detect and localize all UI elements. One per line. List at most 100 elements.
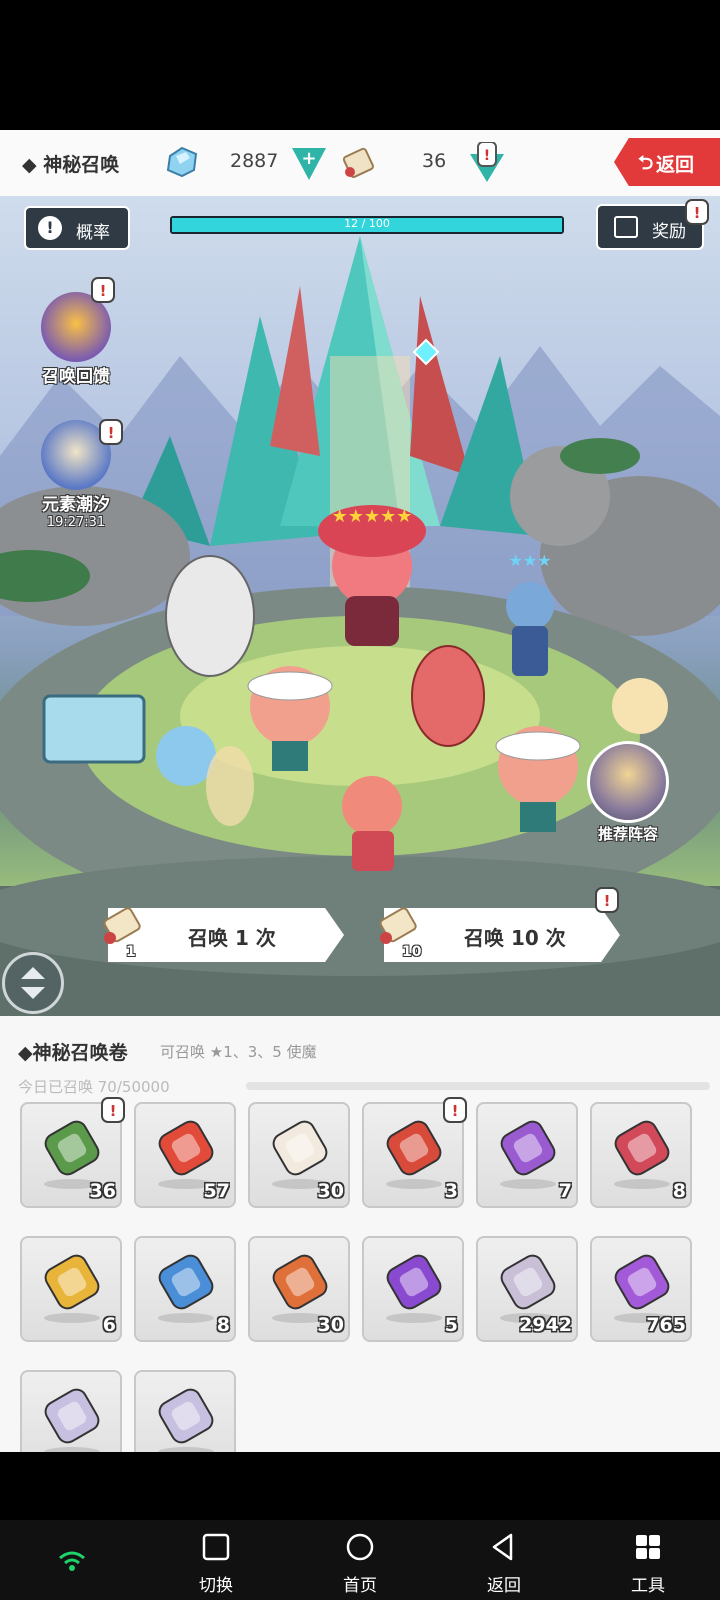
return-arrow-icon: ⮌ <box>638 152 654 174</box>
svg-text:!: ! <box>110 1102 117 1120</box>
item-count: 2942 <box>519 1314 572 1336</box>
yellow-scroll-icon <box>44 1254 100 1323</box>
summon-ten-cost-count: 10 <box>402 944 422 960</box>
character-crimson-knight <box>411 645 485 747</box>
inventory-item[interactable]: 5 <box>362 1236 464 1342</box>
inventory-item[interactable] <box>134 1370 236 1452</box>
nav-tools-label: 工具 <box>631 1576 665 1596</box>
top-bar: ◆ 神秘召唤 2887 + 36 ! ⮌ 返回 <box>0 130 720 196</box>
scroll-icon <box>103 907 141 944</box>
inventory-item[interactable]: 8 <box>590 1102 692 1208</box>
item-alert-badge: ! <box>101 1097 125 1123</box>
five-star-soul-icon <box>158 1388 214 1452</box>
inventory-item[interactable]: 30 <box>248 1102 350 1208</box>
recommend-lineup-label: 推荐阵容 <box>597 825 658 843</box>
element-tide-timer: 19:27:31 <box>46 515 106 530</box>
add-scroll-button[interactable]: ! <box>470 142 504 182</box>
inventory-item[interactable]: 7 <box>476 1102 578 1208</box>
scroll-icon <box>342 147 374 178</box>
purple-scroll-icon <box>500 1120 556 1189</box>
summon-ten-alert-badge: ! <box>595 887 619 913</box>
svg-text:!: ! <box>108 424 115 442</box>
nav-tools[interactable]: 工具 <box>608 1532 688 1596</box>
add-crystal-button[interactable]: + <box>292 142 326 182</box>
summon-feedback-event[interactable]: 召唤回馈 <box>28 292 124 387</box>
lineup-icon <box>587 741 669 823</box>
character-blue-archer: ★★★ <box>506 551 554 676</box>
circle-icon <box>346 1533 374 1561</box>
inventory-item[interactable]: 30 <box>248 1236 350 1342</box>
probability-button[interactable]: ! 概率 <box>24 206 130 250</box>
purple-scroll-ball-icon <box>386 1254 442 1323</box>
recommend-lineup-button[interactable]: 推荐阵容 <box>586 741 670 844</box>
wifi-icon <box>59 1551 85 1571</box>
item-count: 30 <box>317 1314 344 1336</box>
info-icon: ! <box>38 216 62 240</box>
svg-text:!: ! <box>100 282 107 300</box>
inventory-item[interactable]: 8 <box>134 1236 236 1342</box>
item-count: 8 <box>216 1314 230 1336</box>
switch-view-button[interactable] <box>2 952 64 1014</box>
inventory-item[interactable]: 2942 <box>476 1236 578 1342</box>
item-count: 3 <box>444 1180 458 1202</box>
svg-text:!: ! <box>484 148 490 164</box>
svg-text:+: + <box>301 148 316 169</box>
summon-ten-cost: 10 <box>372 898 428 960</box>
panel-subtitle: 可召唤 ★1、3、5 使魔 <box>160 1043 317 1061</box>
reward-alert-badge: ! <box>685 199 709 225</box>
grid-icon <box>636 1535 660 1559</box>
item-count: 57 <box>203 1180 230 1202</box>
svg-text:!: ! <box>452 1102 459 1120</box>
summon-scene: ★★★★★ ★★★ ! 概率 12 / 100 奖励 ! 召唤回馈 ! 元素潮汐… <box>0 196 720 1016</box>
panel-title: ◆神秘召唤卷 <box>18 1042 128 1064</box>
inventory-item[interactable]: 6 <box>20 1236 122 1342</box>
nav-home[interactable]: 首页 <box>320 1532 400 1596</box>
red-scroll-icon <box>614 1120 670 1189</box>
reward-label: 奖励 <box>652 222 686 242</box>
item-count: 765 <box>646 1314 686 1336</box>
svg-text:★★★: ★★★ <box>508 551 551 570</box>
svg-text:!: ! <box>604 892 611 910</box>
item-count: 30 <box>317 1180 344 1202</box>
crystal-count: 2887 <box>230 150 279 172</box>
item-alert-badge: ! <box>443 1097 467 1123</box>
chest-icon <box>614 216 638 238</box>
feedback-alert-badge: ! <box>91 277 115 303</box>
game-screen: ◆ 神秘召唤 2887 + 36 ! ⮌ 返回 ★★★★★ ★★★ ! 概率 1… <box>0 0 720 1600</box>
summon-progress-label: 12 / 100 <box>344 217 390 230</box>
system-nav-bar: 切换 首页 返回 工具 <box>0 1520 720 1600</box>
summon-once-cost: 1 <box>96 898 152 960</box>
svg-text:!: ! <box>694 204 701 222</box>
inventory-item[interactable]: 57 <box>134 1102 236 1208</box>
nav-back[interactable]: 返回 <box>464 1532 544 1596</box>
probability-label: 概率 <box>76 223 110 243</box>
today-progress-bar <box>246 1082 710 1090</box>
today-summon-count: 今日已召唤 70/50000 <box>18 1078 170 1096</box>
element-tide-label: 元素潮汐 <box>42 495 110 515</box>
item-count: 7 <box>558 1180 572 1202</box>
blue-scroll-icon <box>158 1254 214 1323</box>
inventory-item[interactable]: 765 <box>590 1236 692 1342</box>
nav-back-label: 返回 <box>487 1576 521 1596</box>
scroll-count: 36 <box>422 150 447 172</box>
item-count: 5 <box>444 1314 458 1336</box>
item-count: 8 <box>672 1180 686 1202</box>
summon-feedback-label: 召唤回馈 <box>42 367 110 387</box>
back-button[interactable]: ⮌ 返回 <box>614 138 720 186</box>
summon-once-label: 召唤 1 次 <box>188 926 276 950</box>
back-label: 返回 <box>656 154 695 176</box>
summon-scroll-panel: ◆神秘召唤卷 可召唤 ★1、3、5 使魔 今日已召唤 70/50000 3 6! 5… <box>0 1016 720 1452</box>
character-white-bear <box>165 555 255 677</box>
nav-switch[interactable]: 切换 <box>176 1532 256 1596</box>
tide-alert-badge: ! <box>99 419 123 445</box>
triangle-back-icon <box>492 1533 513 1561</box>
inventory-item[interactable] <box>20 1370 122 1452</box>
nav-home-label: 首页 <box>343 1576 377 1596</box>
item-count: 6 <box>102 1314 116 1336</box>
svg-text:★★★★★: ★★★★★ <box>332 506 413 527</box>
summon-progress-bar: 12 / 100 <box>170 216 564 234</box>
nav-switch-label: 切换 <box>199 1576 233 1596</box>
three-star-soul-icon <box>44 1388 100 1452</box>
character-blonde-girl <box>612 678 668 734</box>
page-title: ◆ 神秘召唤 <box>22 154 120 176</box>
